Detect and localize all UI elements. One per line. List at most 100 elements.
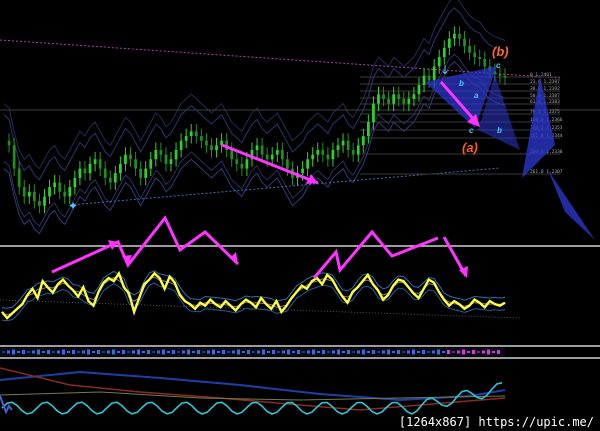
candle-body [22, 187, 26, 197]
histogram-bar [187, 349, 190, 355]
candle-body [32, 191, 36, 202]
histogram-bar [307, 350, 310, 354]
histogram-bar [342, 351, 345, 353]
histogram-bar [12, 349, 15, 355]
histogram-bar [102, 351, 105, 353]
candle-body [316, 150, 320, 155]
histogram-bar [352, 351, 355, 353]
histogram-bar [312, 349, 315, 355]
histogram-bar [447, 350, 450, 354]
candle-body [468, 46, 471, 53]
candle-body [270, 154, 274, 160]
histogram-bar [332, 350, 335, 354]
histogram-bar [417, 351, 420, 353]
histogram-bar [67, 351, 70, 353]
candle-body [483, 59, 487, 67]
histogram-bar [252, 351, 255, 353]
histogram-bar [32, 350, 35, 354]
histogram-bar [482, 350, 485, 354]
candle-body [169, 159, 173, 164]
candle-body [341, 140, 345, 146]
histogram-bar [87, 349, 90, 355]
candle-body [336, 145, 340, 150]
fib-level-label: 23.6 1.2397 [530, 79, 560, 85]
wave-label-a-small: a [474, 91, 479, 100]
candle-body [159, 150, 163, 155]
fib-level-label: 0 1.2401 [530, 72, 552, 78]
candle-body [205, 140, 208, 146]
histogram-bar [392, 351, 395, 353]
candle-body [422, 75, 426, 85]
candle-body [108, 177, 112, 183]
candle-body [387, 98, 390, 104]
histogram-bar [197, 350, 200, 354]
wave-label-b-bottom: b [497, 126, 502, 135]
candle-body [351, 150, 355, 155]
histogram-bar [337, 349, 340, 355]
candle-body [453, 33, 456, 39]
histogram-bar [467, 351, 470, 353]
histogram-bar [137, 349, 140, 355]
candle-body [427, 75, 431, 81]
histogram-bar [442, 351, 445, 353]
wave-label-b-small: b [459, 79, 464, 88]
histogram-bar [47, 350, 50, 354]
candle-body [12, 145, 16, 169]
histogram-bar [257, 350, 260, 354]
histogram-bar [382, 350, 385, 354]
candle-body [113, 173, 117, 183]
histogram-bar [282, 350, 285, 354]
candle-body [43, 196, 46, 206]
candle-body [98, 159, 102, 169]
candle-body [73, 177, 77, 188]
candle-body [164, 154, 168, 164]
histogram-bar [427, 351, 430, 353]
histogram-bar [2, 351, 5, 353]
histogram-bar [372, 350, 375, 354]
candle-body [68, 187, 72, 197]
candle-body [432, 66, 436, 81]
candle-body [194, 131, 198, 137]
histogram-bar [432, 350, 435, 354]
candle-body [301, 168, 304, 174]
histogram-bar [182, 350, 185, 354]
candle-body [473, 52, 477, 58]
histogram-bar [82, 350, 85, 354]
wave-label-a-big: (a) [462, 140, 478, 155]
histogram-bar [277, 351, 280, 353]
histogram-bar [127, 351, 130, 353]
wave-label-c-bottom: c [469, 126, 474, 135]
histogram-bar [412, 349, 415, 355]
histogram-bar [217, 351, 220, 353]
histogram-bar [247, 350, 250, 354]
histogram-bar [122, 350, 125, 354]
histogram-bar [237, 349, 240, 355]
histogram-bar [177, 351, 180, 353]
candle-body [58, 182, 62, 192]
candle-body [321, 150, 325, 155]
histogram-bar [167, 351, 170, 353]
candle-body [366, 122, 370, 137]
candle-body [129, 154, 132, 160]
histogram-bar [42, 351, 45, 353]
candle-body [103, 168, 107, 178]
histogram-bar [377, 351, 380, 353]
histogram-bar [37, 349, 40, 355]
histogram-bar [267, 351, 270, 353]
histogram-bar [192, 351, 195, 353]
histogram-bar [227, 351, 230, 353]
histogram-bar [327, 351, 330, 353]
candle-body [331, 150, 335, 160]
histogram-bar [162, 349, 165, 355]
histogram-bar [367, 351, 370, 353]
candle-body [93, 159, 97, 164]
histogram-bar [457, 350, 460, 354]
histogram-bar [207, 350, 210, 354]
candle-body [48, 187, 51, 197]
histogram-bar [172, 350, 175, 354]
histogram-bar [397, 350, 400, 354]
histogram-bar [242, 351, 245, 353]
histogram-bar [202, 351, 205, 353]
candle-body [412, 94, 416, 99]
histogram-bar [322, 350, 325, 354]
